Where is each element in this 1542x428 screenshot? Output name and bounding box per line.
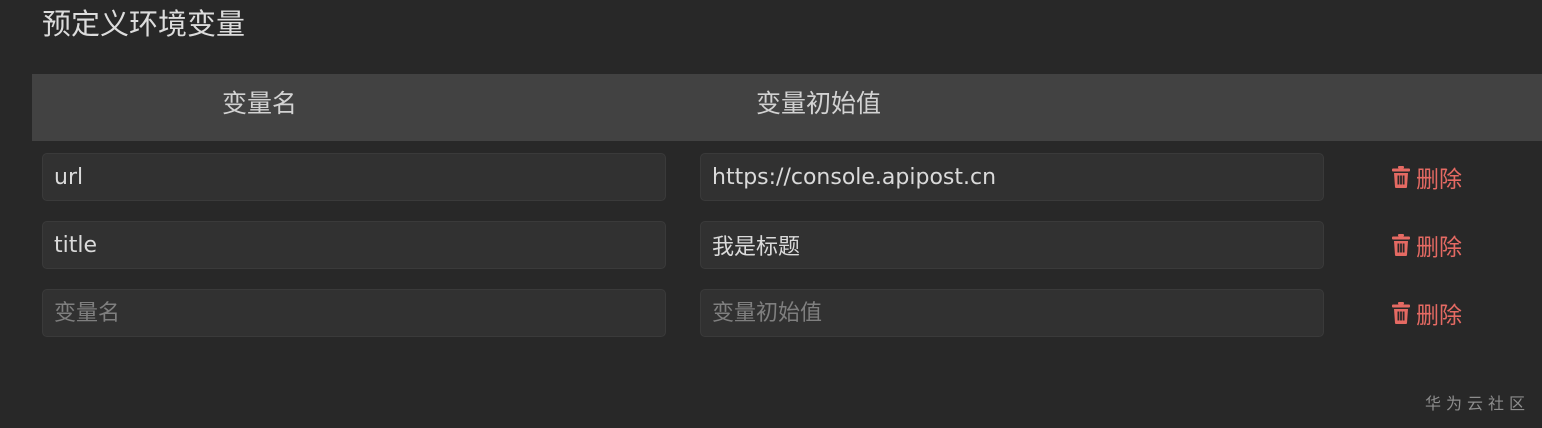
trash-icon (1392, 166, 1410, 188)
table-row: 删除 (0, 221, 1542, 271)
column-header-name: 变量名 (222, 89, 298, 118)
variable-name-input[interactable] (42, 289, 666, 337)
watermark: 华为云社区 (1424, 394, 1530, 413)
delete-button[interactable]: 删除 (1392, 161, 1462, 193)
variables-table-header: 变量名 变量初始值 (32, 74, 1542, 141)
variable-value-input[interactable] (700, 221, 1324, 269)
delete-label: 删除 (1416, 167, 1462, 193)
delete-label: 删除 (1416, 303, 1462, 329)
variable-name-input[interactable] (42, 153, 666, 201)
table-row: 删除 (0, 153, 1542, 203)
trash-icon (1392, 234, 1410, 256)
table-row: 删除 (0, 289, 1542, 339)
variable-value-input[interactable] (700, 153, 1324, 201)
delete-button[interactable]: 删除 (1392, 229, 1462, 261)
delete-button[interactable]: 删除 (1392, 297, 1462, 329)
section-title: 预定义环境变量 (42, 7, 246, 41)
column-header-value: 变量初始值 (756, 89, 882, 118)
variable-name-input[interactable] (42, 221, 666, 269)
variable-value-input[interactable] (700, 289, 1324, 337)
trash-icon (1392, 302, 1410, 324)
delete-label: 删除 (1416, 235, 1462, 261)
